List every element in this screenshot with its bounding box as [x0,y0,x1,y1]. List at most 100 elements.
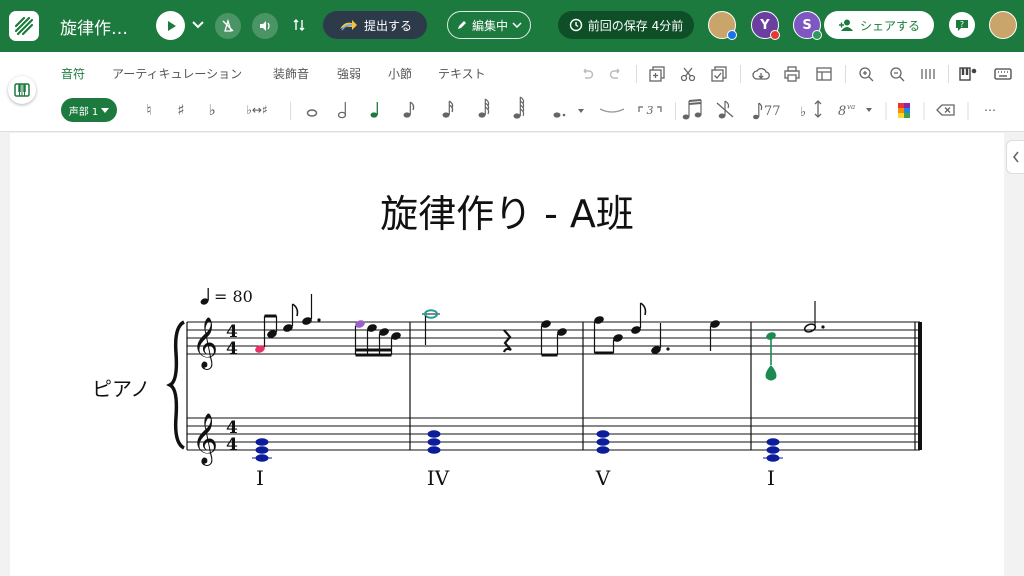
chord-symbol[interactable]: I [256,466,264,490]
tab-ornaments[interactable]: 装飾音 [273,65,309,82]
edit-mode-button[interactable]: 編集中 [447,11,531,39]
piano-keyboard-icon[interactable] [8,76,36,104]
sharp-button[interactable]: ♯ [174,98,188,122]
enharmonic-button[interactable]: ♭↔♯ [238,98,276,122]
share-label: シェアする [859,18,920,33]
chevron-down-icon [512,22,522,28]
system-brace [166,320,185,450]
rest-icon[interactable]: 77 [753,102,781,120]
submit-button[interactable]: 提出する [323,11,427,39]
tab-notes[interactable]: 音符 [61,65,85,82]
delete-icon[interactable] [936,104,955,116]
svg-text:?: ? [960,20,964,29]
status-dot [812,30,822,40]
document-title[interactable]: 旋律作… [60,14,128,39]
avatar-letter: S [802,17,812,33]
cut-icon[interactable] [678,64,698,84]
svg-text:4: 4 [226,339,238,359]
half-note-icon[interactable] [337,102,347,119]
svg-text:va: va [847,103,855,111]
melody-measure-2 [422,309,567,357]
sixty-fourth-note-icon[interactable] [513,96,525,119]
more-options-icon[interactable]: ⋯ [980,98,1000,122]
swap-icon[interactable] [288,14,310,36]
page-view-icon[interactable] [918,64,938,84]
octave-icon[interactable]: 8 va [838,103,872,119]
quarter-note-icon[interactable] [370,102,378,118]
print-icon[interactable] [782,64,802,84]
divider [675,102,676,120]
chord-stack[interactable] [596,430,610,454]
score-page: 旋律作り - A班 = 80 ピアノ 𝄞 𝄞 44 44 I IV V I [10,133,1004,576]
side-panel-toggle[interactable] [1006,140,1024,174]
share-button[interactable]: シェアする [824,11,934,39]
chord-symbol[interactable]: I [767,466,775,490]
app-logo-icon[interactable] [9,11,39,41]
treble-staff [187,321,920,355]
dot-icon[interactable] [553,109,585,118]
undo-icon[interactable] [577,64,597,84]
grace-note-icon[interactable] [716,100,734,119]
bass-staff [187,417,920,451]
avatar[interactable] [989,11,1017,39]
clock-icon [569,18,582,32]
divider [845,65,846,83]
eighth-note-icon[interactable] [403,101,415,118]
chord-blocks [252,430,783,462]
beam-icon[interactable] [682,99,702,120]
avatar[interactable]: Y [751,11,780,40]
melody-measure-4 [765,301,825,381]
transpose-icon[interactable]: ♭ [800,100,822,120]
redo-icon[interactable] [606,64,626,84]
treble-clef[interactable]: 𝄞 [192,413,218,466]
voice-select[interactable]: 声部 1 [61,98,117,122]
chord-stack[interactable] [427,430,441,454]
svg-text:♭: ♭ [800,105,806,120]
time-signature[interactable]: 44 [226,322,238,359]
divider [948,65,949,83]
color-palette-icon[interactable] [898,103,910,118]
divider [290,102,291,120]
tie-icon[interactable] [599,108,625,113]
note-drag-handle-icon[interactable] [765,365,777,381]
zoom-in-icon[interactable] [856,64,876,84]
metronome-off-icon[interactable] [215,13,241,39]
time-signature[interactable]: 44 [226,418,238,455]
svg-text:77: 77 [764,104,781,119]
treble-clef[interactable]: 𝄞 [192,317,218,370]
avatar[interactable] [708,11,737,40]
chord-symbol[interactable]: V [595,466,611,490]
tab-measures[interactable]: 小節 [388,65,412,82]
keyboard-icon[interactable] [993,64,1013,84]
melody-measure-3 [593,302,720,355]
sixteenth-note-icon[interactable] [442,100,454,118]
thirty-second-note-icon[interactable] [478,98,490,118]
top-bar: 旋律作… 提出する 編集中 前回の保存 4分前 Y S シェアする ? [0,0,1024,52]
layout-icon[interactable] [814,64,834,84]
pencil-icon [457,21,466,29]
status-dot [770,30,780,40]
svg-text:4: 4 [226,435,238,455]
instrument-icon[interactable] [958,64,978,84]
cloud-icon[interactable] [751,64,771,84]
save-status[interactable]: 前回の保存 4分前 [558,11,694,39]
add-person-icon [838,19,853,31]
divider [740,65,741,83]
help-icon[interactable]: ? [949,12,975,38]
tab-articulation[interactable]: アーティキュレーション [112,65,242,82]
zoom-out-icon[interactable] [887,64,907,84]
tab-dynamics[interactable]: 強弱 [337,65,361,82]
chord-symbol[interactable]: IV [427,466,450,490]
avatar[interactable]: S [793,11,822,40]
add-measure-icon[interactable] [647,64,667,84]
flat-button[interactable]: ♭ [205,98,219,122]
tuplet-icon[interactable]: 3 [638,104,662,117]
quarter-rest[interactable] [502,329,512,353]
volume-icon[interactable] [252,13,278,39]
natural-button[interactable]: ♮ [142,98,156,122]
play-button[interactable] [156,11,185,40]
copy-icon[interactable] [709,64,729,84]
whole-note-icon[interactable] [306,109,318,117]
tab-text[interactable]: テキスト [438,65,486,82]
chevron-down-icon[interactable] [190,17,206,33]
